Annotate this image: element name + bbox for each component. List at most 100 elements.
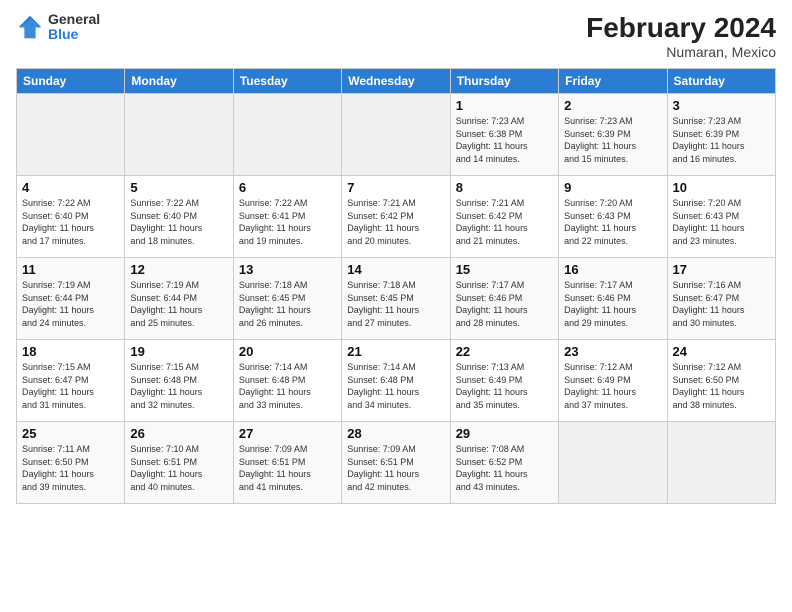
day-info: Sunrise: 7:13 AM Sunset: 6:49 PM Dayligh… [456, 361, 553, 411]
day-cell [125, 94, 233, 176]
logo-text: General Blue [48, 12, 100, 43]
day-cell: 5 Sunrise: 7:22 AM Sunset: 6:40 PM Daylig… [125, 176, 233, 258]
day-cell [667, 422, 775, 504]
day-number: 11 [22, 262, 119, 277]
day-number: 15 [456, 262, 553, 277]
col-thursday: Thursday [450, 69, 558, 94]
week-row-4: 18Sunrise: 7:15 AM Sunset: 6:47 PM Dayli… [17, 340, 776, 422]
day-info: Sunrise: 7:21 AM Sunset: 6:42 PM Dayligh… [347, 197, 444, 247]
day-info: Sunrise: 7:19 AM Sunset: 6:44 PM Dayligh… [130, 279, 227, 329]
day-cell: 22 Sunrise: 7:13 AM Sunset: 6:49 PM Dayli… [450, 340, 558, 422]
day-info: Sunrise: 7:22 AM Sunset: 6:41 PM Dayligh… [239, 197, 336, 247]
day-cell: 6Sunrise: 7:22 AM Sunset: 6:41 PM Daylig… [233, 176, 341, 258]
title-block: February 2024 Numaran, Mexico [586, 12, 776, 60]
col-wednesday: Wednesday [342, 69, 450, 94]
calendar-table: Sunday Monday Tuesday Wednesday Thursday… [16, 68, 776, 504]
day-info: Sunrise: 7:21 AM Sunset: 6:42 PM Dayligh… [456, 197, 553, 247]
header: General Blue February 2024 Numaran, Mexi… [16, 12, 776, 60]
day-info: Sunrise: 7:12 AM Sunset: 6:50 PM Dayligh… [673, 361, 770, 411]
day-cell: 11 Sunrise: 7:19 AM Sunset: 6:44 PM Dayli… [17, 258, 125, 340]
month-year: February 2024 [586, 12, 776, 44]
day-info: Sunrise: 7:09 AM Sunset: 6:51 PM Dayligh… [347, 443, 444, 493]
location: Numaran, Mexico [586, 44, 776, 60]
week-row-2: 4 Sunrise: 7:22 AM Sunset: 6:40 PM Daylig… [17, 176, 776, 258]
page: General Blue February 2024 Numaran, Mexi… [0, 0, 792, 612]
day-cell: 24 Sunrise: 7:12 AM Sunset: 6:50 PM Dayli… [667, 340, 775, 422]
day-info: Sunrise: 7:23 AM Sunset: 6:38 PM Dayligh… [456, 115, 553, 165]
day-cell: 28 Sunrise: 7:09 AM Sunset: 6:51 PM Dayli… [342, 422, 450, 504]
day-info: Sunrise: 7:22 AM Sunset: 6:40 PM Dayligh… [22, 197, 119, 247]
day-cell: 20 Sunrise: 7:14 AM Sunset: 6:48 PM Dayli… [233, 340, 341, 422]
day-cell: 17Sunrise: 7:16 AM Sunset: 6:47 PM Dayli… [667, 258, 775, 340]
day-cell: 3 Sunrise: 7:23 AM Sunset: 6:39 PM Daylig… [667, 94, 775, 176]
header-row: Sunday Monday Tuesday Wednesday Thursday… [17, 69, 776, 94]
col-saturday: Saturday [667, 69, 775, 94]
day-number: 27 [239, 426, 336, 441]
day-cell: 16 Sunrise: 7:17 AM Sunset: 6:46 PM Dayli… [559, 258, 667, 340]
day-cell: 27Sunrise: 7:09 AM Sunset: 6:51 PM Dayli… [233, 422, 341, 504]
logo-general: General [48, 12, 100, 27]
col-tuesday: Tuesday [233, 69, 341, 94]
day-info: Sunrise: 7:12 AM Sunset: 6:49 PM Dayligh… [564, 361, 661, 411]
day-number: 5 [130, 180, 227, 195]
col-friday: Friday [559, 69, 667, 94]
day-number: 3 [673, 98, 770, 113]
day-number: 1 [456, 98, 553, 113]
day-info: Sunrise: 7:23 AM Sunset: 6:39 PM Dayligh… [564, 115, 661, 165]
day-number: 21 [347, 344, 444, 359]
day-info: Sunrise: 7:14 AM Sunset: 6:48 PM Dayligh… [239, 361, 336, 411]
day-number: 9 [564, 180, 661, 195]
day-cell: 9Sunrise: 7:20 AM Sunset: 6:43 PM Daylig… [559, 176, 667, 258]
logo-blue: Blue [48, 27, 100, 42]
day-number: 22 [456, 344, 553, 359]
calendar-body: 1 Sunrise: 7:23 AM Sunset: 6:38 PM Daylig… [17, 94, 776, 504]
day-info: Sunrise: 7:14 AM Sunset: 6:48 PM Dayligh… [347, 361, 444, 411]
day-info: Sunrise: 7:08 AM Sunset: 6:52 PM Dayligh… [456, 443, 553, 493]
day-number: 8 [456, 180, 553, 195]
day-cell: 23 Sunrise: 7:12 AM Sunset: 6:49 PM Dayli… [559, 340, 667, 422]
col-monday: Monday [125, 69, 233, 94]
day-cell: 25Sunrise: 7:11 AM Sunset: 6:50 PM Dayli… [17, 422, 125, 504]
day-info: Sunrise: 7:15 AM Sunset: 6:48 PM Dayligh… [130, 361, 227, 411]
day-number: 7 [347, 180, 444, 195]
day-info: Sunrise: 7:22 AM Sunset: 6:40 PM Dayligh… [130, 197, 227, 247]
day-cell: 8 Sunrise: 7:21 AM Sunset: 6:42 PM Daylig… [450, 176, 558, 258]
day-number: 16 [564, 262, 661, 277]
day-info: Sunrise: 7:18 AM Sunset: 6:45 PM Dayligh… [347, 279, 444, 329]
day-cell: 13Sunrise: 7:18 AM Sunset: 6:45 PM Dayli… [233, 258, 341, 340]
day-cell: 12Sunrise: 7:19 AM Sunset: 6:44 PM Dayli… [125, 258, 233, 340]
day-number: 28 [347, 426, 444, 441]
day-info: Sunrise: 7:17 AM Sunset: 6:46 PM Dayligh… [456, 279, 553, 329]
week-row-1: 1 Sunrise: 7:23 AM Sunset: 6:38 PM Daylig… [17, 94, 776, 176]
calendar-header: Sunday Monday Tuesday Wednesday Thursday… [17, 69, 776, 94]
day-cell: 26Sunrise: 7:10 AM Sunset: 6:51 PM Dayli… [125, 422, 233, 504]
day-info: Sunrise: 7:20 AM Sunset: 6:43 PM Dayligh… [673, 197, 770, 247]
day-number: 4 [22, 180, 119, 195]
day-cell: 21 Sunrise: 7:14 AM Sunset: 6:48 PM Dayli… [342, 340, 450, 422]
day-info: Sunrise: 7:23 AM Sunset: 6:39 PM Dayligh… [673, 115, 770, 165]
day-info: Sunrise: 7:19 AM Sunset: 6:44 PM Dayligh… [22, 279, 119, 329]
col-sunday: Sunday [17, 69, 125, 94]
logo: General Blue [16, 12, 100, 43]
day-cell: 19Sunrise: 7:15 AM Sunset: 6:48 PM Dayli… [125, 340, 233, 422]
day-number: 10 [673, 180, 770, 195]
day-cell: 15 Sunrise: 7:17 AM Sunset: 6:46 PM Dayli… [450, 258, 558, 340]
day-number: 20 [239, 344, 336, 359]
day-info: Sunrise: 7:10 AM Sunset: 6:51 PM Dayligh… [130, 443, 227, 493]
day-number: 14 [347, 262, 444, 277]
day-info: Sunrise: 7:17 AM Sunset: 6:46 PM Dayligh… [564, 279, 661, 329]
day-number: 2 [564, 98, 661, 113]
day-number: 24 [673, 344, 770, 359]
day-info: Sunrise: 7:11 AM Sunset: 6:50 PM Dayligh… [22, 443, 119, 493]
day-cell: 29Sunrise: 7:08 AM Sunset: 6:52 PM Dayli… [450, 422, 558, 504]
week-row-3: 11 Sunrise: 7:19 AM Sunset: 6:44 PM Dayli… [17, 258, 776, 340]
day-cell [559, 422, 667, 504]
day-info: Sunrise: 7:18 AM Sunset: 6:45 PM Dayligh… [239, 279, 336, 329]
day-cell: 10 Sunrise: 7:20 AM Sunset: 6:43 PM Dayli… [667, 176, 775, 258]
day-cell: 18Sunrise: 7:15 AM Sunset: 6:47 PM Dayli… [17, 340, 125, 422]
day-cell: 4 Sunrise: 7:22 AM Sunset: 6:40 PM Daylig… [17, 176, 125, 258]
day-cell [233, 94, 341, 176]
day-number: 23 [564, 344, 661, 359]
day-cell: 2 Sunrise: 7:23 AM Sunset: 6:39 PM Daylig… [559, 94, 667, 176]
week-row-5: 25Sunrise: 7:11 AM Sunset: 6:50 PM Dayli… [17, 422, 776, 504]
